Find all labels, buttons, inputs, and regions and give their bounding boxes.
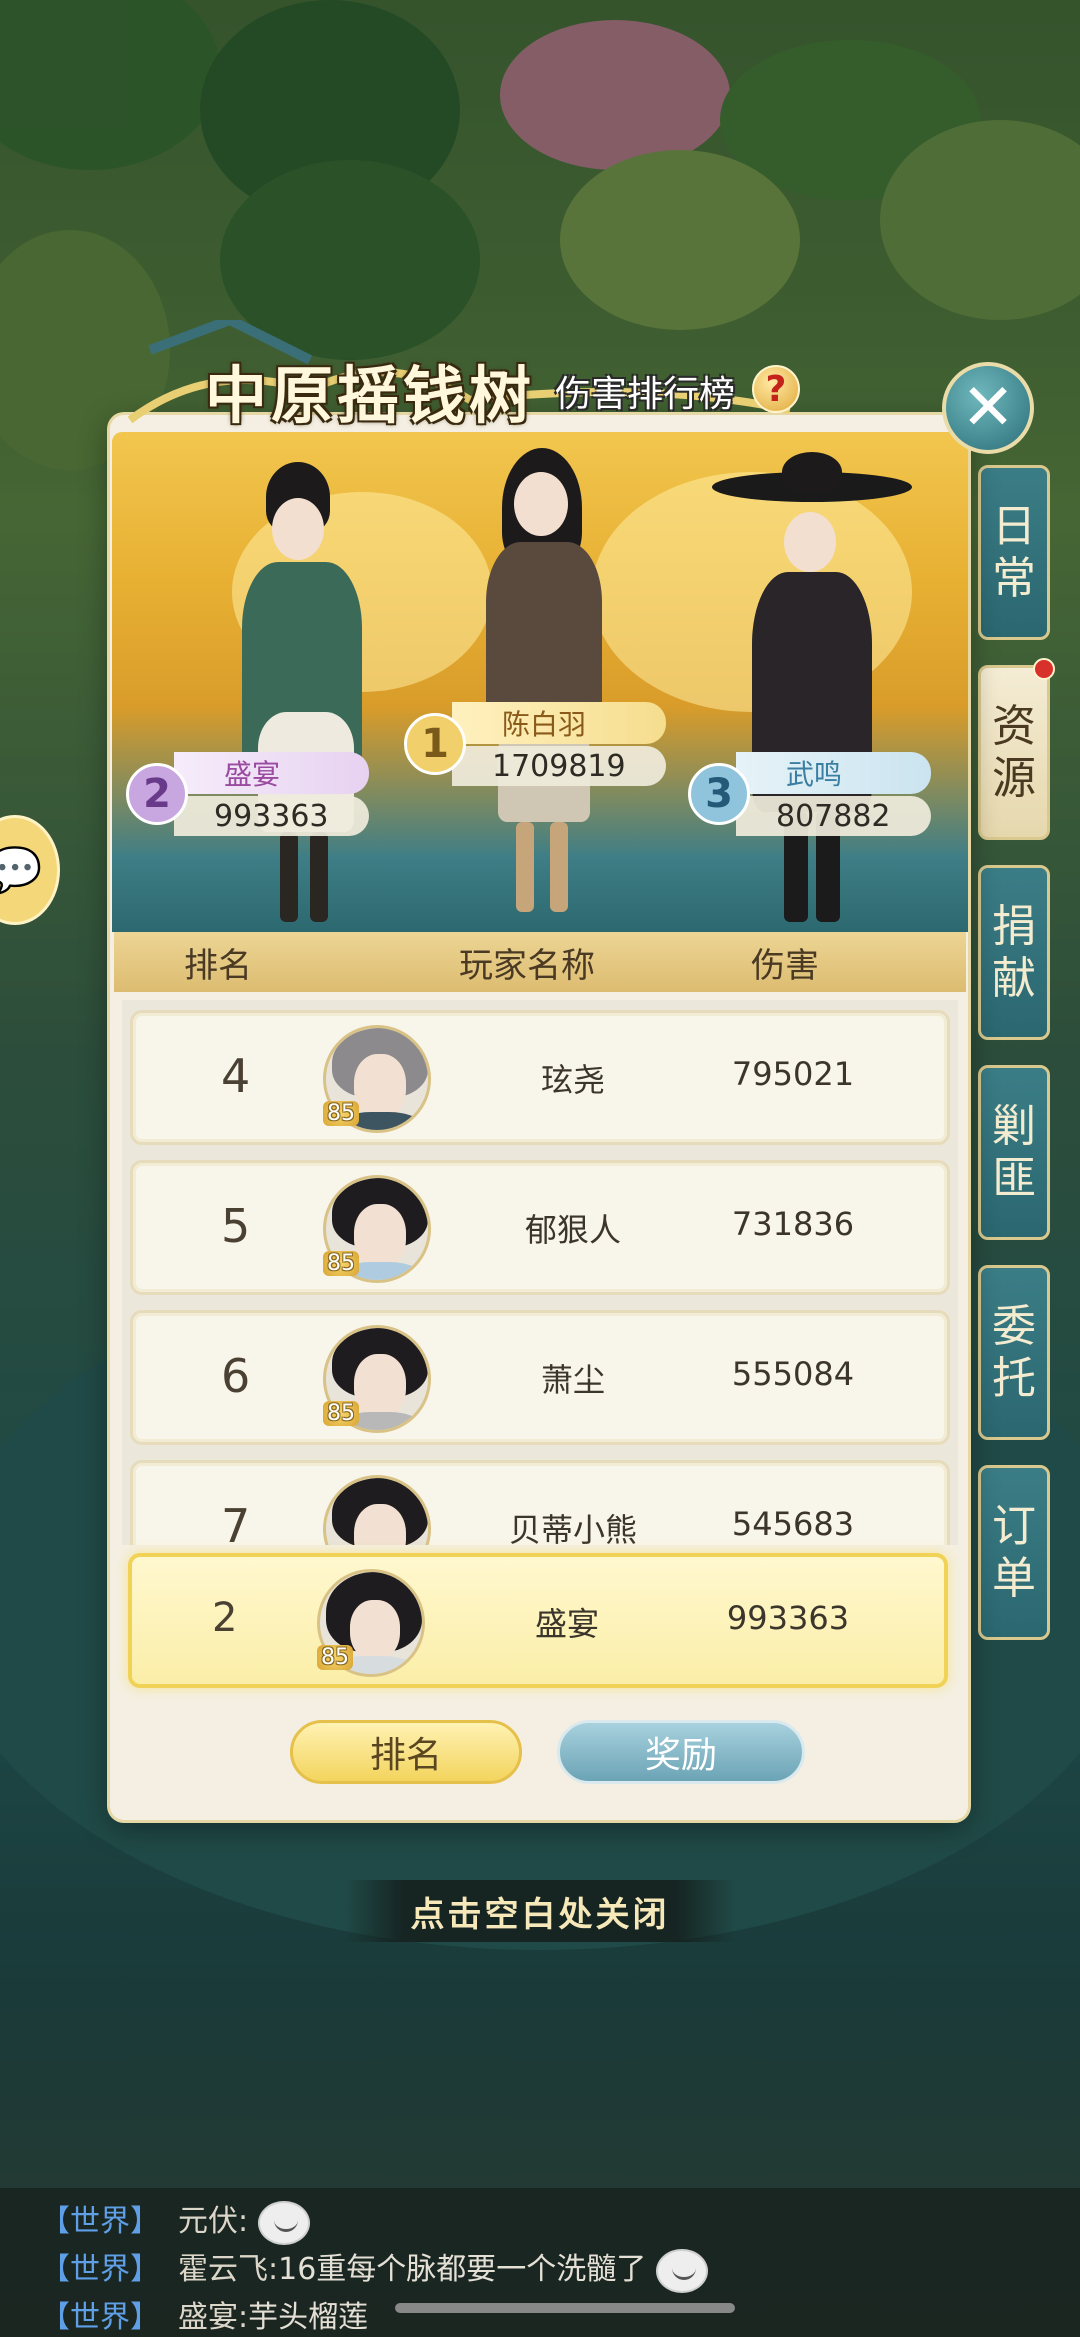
my-rank-row[interactable]: 2 85 盛宴 993363 xyxy=(128,1553,948,1688)
help-icon[interactable]: ? xyxy=(752,365,800,413)
chat-channel: 【世界】 xyxy=(40,2300,160,2335)
tab-donate-label-2: 献 xyxy=(992,952,1036,1004)
tab-bandits-label-1: 剿 xyxy=(992,1100,1036,1152)
chat-channel: 【世界】 xyxy=(40,2252,160,2287)
tab-orders-label-1: 订 xyxy=(992,1500,1036,1552)
tab-commission[interactable]: 委托 xyxy=(978,1265,1050,1440)
ranking-list[interactable]: 4 85 玹尧 795021 5 85 郁狠人 731836 6 85 萧尘 5… xyxy=(122,1000,958,1545)
page-title: 中原摇钱树 xyxy=(205,359,536,432)
row-rank: 7 xyxy=(221,1499,251,1545)
my-rank: 2 xyxy=(212,1595,238,1641)
tab-donate-label-1: 捐 xyxy=(992,900,1036,952)
chat-message: 【世界】 元伏: xyxy=(40,2196,311,2245)
level-badge: 85 xyxy=(317,1645,353,1670)
tab-daily-label-2: 常 xyxy=(992,552,1036,604)
podium-figure-rank3 xyxy=(712,452,912,932)
home-indicator xyxy=(395,2303,735,2313)
rank1-name: 陈白羽 xyxy=(452,702,666,744)
header-damage: 伤害 xyxy=(751,945,819,986)
row-rank: 4 xyxy=(221,1049,251,1103)
row-damage: 545683 xyxy=(731,1505,855,1543)
chat-sender: 霍云飞: xyxy=(178,2252,279,2287)
reward-button[interactable]: 奖励 xyxy=(557,1720,805,1784)
podium-figure-rank2 xyxy=(202,462,402,932)
world-chat[interactable]: 【世界】 元伏: 【世界】 霍云飞:16重每个脉都要一个洗髓了 【世界】 盛宴:芋头榴… xyxy=(0,2188,1080,2337)
chat-message: 【世界】 盛宴:芋头榴莲 xyxy=(40,2292,368,2336)
row-damage: 795021 xyxy=(731,1055,855,1093)
rank2-number: 2 xyxy=(126,763,188,825)
rank1-score: 1709819 xyxy=(452,746,666,786)
table-header: 排名 玩家名称 伤害 xyxy=(114,932,966,992)
level-badge: 85 xyxy=(323,1101,359,1126)
emoji-icon xyxy=(258,2200,311,2245)
rank3-name: 武鸣 xyxy=(736,752,931,794)
podium-badge-rank3[interactable]: 3 武鸣 807882 xyxy=(688,752,931,836)
chat-sender: 元伏: xyxy=(178,2204,249,2239)
tab-bandits-label-2: 匪 xyxy=(992,1152,1036,1204)
row-player-name: 萧尘 xyxy=(540,1361,605,1399)
table-row[interactable]: 7 85 贝蒂小熊 545683 xyxy=(130,1460,950,1545)
tab-orders[interactable]: 订单 xyxy=(978,1465,1050,1640)
header-rank: 排名 xyxy=(184,945,252,986)
podium-banner: 1 陈白羽 1709819 2 盛宴 993363 3 武鸣 807882 xyxy=(112,432,968,932)
rank3-score: 807882 xyxy=(736,796,931,836)
tab-donate[interactable]: 捐献 xyxy=(978,865,1050,1040)
tab-commission-label-2: 托 xyxy=(992,1352,1036,1404)
side-tabs: 日常 资源 捐献 剿匪 委托 订单 xyxy=(978,465,1055,1665)
table-row[interactable]: 4 85 玹尧 795021 xyxy=(130,1010,950,1145)
close-hint[interactable]: 点击空白处关闭 xyxy=(345,1880,735,1942)
tab-commission-label-1: 委 xyxy=(992,1300,1036,1352)
row-damage: 731836 xyxy=(731,1205,855,1243)
rank1-number: 1 xyxy=(404,713,466,775)
row-player-name: 郁狠人 xyxy=(524,1211,621,1249)
rank2-score: 993363 xyxy=(174,796,369,836)
my-player-name: 盛宴 xyxy=(534,1605,599,1643)
level-badge: 85 xyxy=(323,1251,359,1276)
close-button[interactable]: ✕ xyxy=(942,362,1034,454)
emoji-icon xyxy=(656,2248,709,2293)
podium-badge-rank2[interactable]: 2 盛宴 993363 xyxy=(126,752,369,836)
tab-resources-label-1: 资 xyxy=(992,700,1036,752)
row-rank: 6 xyxy=(221,1349,251,1403)
tab-orders-label-2: 单 xyxy=(992,1552,1036,1604)
chat-text: 芋头榴莲 xyxy=(248,2300,369,2335)
podium-badge-rank1[interactable]: 1 陈白羽 1709819 xyxy=(404,702,666,786)
chat-sender: 盛宴: xyxy=(178,2300,249,2335)
page-subtitle: 伤害排行榜 xyxy=(555,374,736,415)
my-damage: 993363 xyxy=(726,1599,850,1637)
tab-daily-label-1: 日 xyxy=(992,500,1036,552)
header-player: 玩家名称 xyxy=(459,945,595,986)
chat-message: 【世界】 霍云飞:16重每个脉都要一个洗髓了 xyxy=(40,2244,709,2293)
tab-bandits[interactable]: 剿匪 xyxy=(978,1065,1050,1240)
row-player-name: 贝蒂小熊 xyxy=(508,1511,637,1545)
level-badge: 85 xyxy=(323,1401,359,1426)
notification-dot xyxy=(1033,658,1055,680)
row-rank: 5 xyxy=(221,1199,251,1253)
tab-resources[interactable]: 资源 xyxy=(978,658,1055,840)
tab-resources-label-2: 源 xyxy=(992,752,1036,804)
avatar[interactable] xyxy=(323,1475,431,1545)
podium-figure-rank1 xyxy=(442,432,642,932)
table-row[interactable]: 6 85 萧尘 555084 xyxy=(130,1310,950,1445)
rank-button[interactable]: 排名 xyxy=(290,1720,522,1784)
tab-daily[interactable]: 日常 xyxy=(978,465,1050,640)
row-damage: 555084 xyxy=(731,1355,855,1393)
chat-channel: 【世界】 xyxy=(40,2204,160,2239)
row-player-name: 玹尧 xyxy=(540,1061,605,1099)
chat-text: 16重每个脉都要一个洗髓了 xyxy=(278,2252,647,2287)
rank3-number: 3 xyxy=(688,763,750,825)
rank2-name: 盛宴 xyxy=(174,752,369,794)
table-row[interactable]: 5 85 郁狠人 731836 xyxy=(130,1160,950,1295)
